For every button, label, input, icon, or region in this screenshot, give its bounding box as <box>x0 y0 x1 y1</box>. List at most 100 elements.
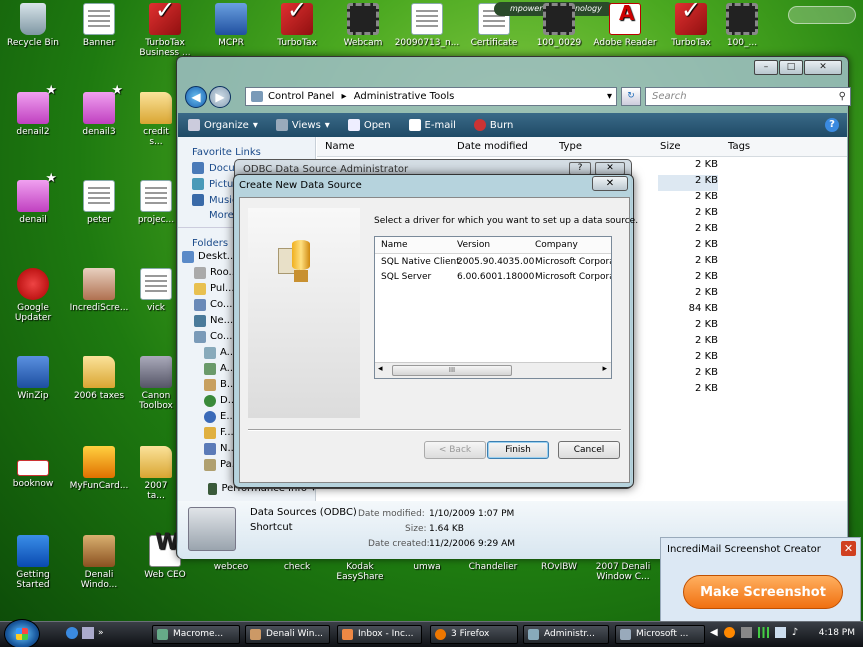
desktop-icon-2006-taxes[interactable]: 2006 taxes <box>66 356 132 401</box>
volume-icon[interactable]: ♪ <box>792 627 798 638</box>
search-icon[interactable]: ⚲ <box>839 88 846 105</box>
desktop-icon-project[interactable]: projec... <box>136 180 176 225</box>
task-administrative[interactable]: Administr... <box>523 625 609 644</box>
back-button[interactable]: ◀ <box>185 86 207 108</box>
address-bar[interactable]: Control Panel ▸ Administrative Tools ▾ <box>245 87 617 106</box>
desktop-icon-kodak[interactable]: Kodak EasyShare <box>327 562 393 582</box>
email-button[interactable]: E-mail <box>408 119 456 131</box>
show-desktop-icon[interactable] <box>82 627 94 639</box>
back-button[interactable]: < Back <box>424 441 486 459</box>
desktop-icon-canon-toolbox[interactable]: Canon Toolbox <box>136 356 176 411</box>
maximize-button[interactable]: □ <box>779 60 803 75</box>
desktop-icon-20090713[interactable]: 20090713_n... <box>394 3 460 48</box>
music-icon <box>192 194 204 206</box>
desktop-icon-turbotax[interactable]: TurboTax <box>264 3 330 48</box>
desktop-icon-adobe-reader[interactable]: Adobe Reader <box>592 3 658 48</box>
file-size: 2 KB <box>695 159 718 170</box>
desktop-icon-webceo[interactable]: webceo <box>198 562 264 572</box>
desktop-icon-rovibw[interactable]: ROvIBW <box>526 562 592 572</box>
desktop-icon-google-updater[interactable]: Google Updater <box>0 268 66 323</box>
navigation-bar: ◀ ▶ Control Panel ▸ Administrative Tools… <box>183 83 851 109</box>
desktop-icon-turbotax-2[interactable]: TurboTax <box>658 3 724 48</box>
minimize-button[interactable]: – <box>754 60 778 75</box>
scroll-right-icon[interactable]: ▸ <box>602 364 607 374</box>
close-button[interactable]: ✕ <box>804 60 842 75</box>
task-macromedia[interactable]: Macrome... <box>152 625 240 644</box>
desktop-icon-umwa[interactable]: umwa <box>394 562 460 572</box>
folder-icon <box>83 356 115 388</box>
desktop-icon-booknow[interactable]: booknow <box>0 450 66 489</box>
desktop-icon-peter[interactable]: peter <box>66 180 132 225</box>
desktop-icon-winzip[interactable]: WinZip <box>0 356 66 401</box>
task-microsoft[interactable]: Microsoft ... <box>615 625 705 644</box>
desktop-icon-2007-denali[interactable]: 2007 Denali Window C... <box>590 562 656 582</box>
column-tags[interactable]: Tags <box>728 141 750 152</box>
driver-column-company[interactable]: Company <box>535 240 578 250</box>
column-type[interactable]: Type <box>559 141 582 152</box>
tray-security-icon[interactable] <box>740 627 752 638</box>
desktop-icon-recycle-bin[interactable]: Recycle Bin <box>0 3 66 48</box>
ie-icon[interactable] <box>66 627 78 639</box>
file-size: 2 KB <box>695 335 718 346</box>
tray-app-icon[interactable] <box>723 627 735 638</box>
task-inbox[interactable]: Inbox - Inc... <box>337 625 422 644</box>
desktop-icon-vick[interactable]: vick <box>136 268 176 313</box>
task-firefox[interactable]: 3 Firefox <box>430 625 518 644</box>
desktop-icon-2007-taxes[interactable]: 2007 ta... <box>136 446 176 501</box>
signal-strength-icon[interactable] <box>757 627 769 638</box>
clock[interactable]: 4:18 PM <box>819 628 855 638</box>
finish-button[interactable]: Finish <box>487 441 549 459</box>
scrollbar-thumb[interactable]: III <box>392 365 512 376</box>
start-button[interactable] <box>4 619 40 647</box>
desktop-icon-chandelier[interactable]: Chandelier <box>460 562 526 572</box>
network-icon[interactable] <box>774 627 786 638</box>
open-button[interactable]: Open <box>347 119 391 131</box>
document-icon <box>83 180 115 212</box>
desktop-icon-webcam[interactable]: Webcam <box>330 3 396 48</box>
driver-row[interactable]: SQL Server 6.00.6001.18000 Microsoft Cor… <box>375 269 611 284</box>
desktop-icon-100-0029[interactable]: 100_0029 <box>526 3 592 48</box>
driver-row[interactable]: SQL Native Client 2005.90.4035.00 Micros… <box>375 254 611 269</box>
desktop-icon-100[interactable]: 100_... <box>722 3 762 48</box>
views-button[interactable]: Views ▾ <box>275 119 330 131</box>
cancel-button[interactable]: Cancel <box>558 441 620 459</box>
horizontal-scrollbar[interactable]: ◂ III ▸ <box>375 362 611 378</box>
booknow-icon <box>17 460 49 476</box>
dialog-close-button[interactable]: ✕ <box>592 176 628 191</box>
desktop-icon-incrediscreen[interactable]: IncrediScre... <box>66 268 132 313</box>
scroll-left-icon[interactable]: ◂ <box>378 364 383 374</box>
address-dropdown-icon[interactable]: ▾ <box>607 88 612 105</box>
desktop-icon-myfuncard[interactable]: MyFunCard... <box>66 446 132 491</box>
refresh-button[interactable]: ↻ <box>621 87 641 106</box>
driver-column-name[interactable]: Name <box>381 240 408 250</box>
desktop-icon-denail2[interactable]: denail2 <box>0 86 66 137</box>
breadcrumb-control-panel[interactable]: Control Panel <box>268 91 334 102</box>
search-input[interactable]: Search ⚲ <box>645 87 851 106</box>
make-screenshot-button[interactable]: Make Screenshot <box>683 575 843 609</box>
desktop-icon-getting-started[interactable]: Getting Started <box>0 535 66 590</box>
desktop-icon-denail[interactable]: denail <box>0 174 66 225</box>
task-denali[interactable]: Denali Win... <box>245 625 330 644</box>
desktop-icon-turbotax-business[interactable]: TurboTax Business ... <box>132 3 198 58</box>
desktop-icon-credit[interactable]: credit s... <box>136 92 176 147</box>
column-name[interactable]: Name <box>325 141 355 152</box>
desktop-icon-mcpr[interactable]: MCPR <box>198 3 264 48</box>
sidebar-gadget-controls[interactable] <box>788 6 856 24</box>
organize-button[interactable]: Organize ▾ <box>188 119 258 131</box>
tray-expand-icon[interactable]: ◀ <box>710 627 718 638</box>
quick-launch-more-icon[interactable]: » <box>98 627 104 639</box>
incredimail-close-button[interactable]: ✕ <box>841 541 856 556</box>
desktop-icon-denali-window[interactable]: Denali Windo... <box>66 535 132 590</box>
breadcrumb-administrative-tools[interactable]: Administrative Tools <box>354 91 455 102</box>
burn-button[interactable]: Burn <box>473 119 513 131</box>
driver-list[interactable]: Name Version Company SQL Native Client 2… <box>374 236 612 379</box>
incredimail-title: IncrediMail Screenshot Creator <box>667 544 821 555</box>
desktop-icon-denail3[interactable]: denail3 <box>66 86 132 137</box>
driver-column-version[interactable]: Version <box>457 240 490 250</box>
column-size[interactable]: Size <box>660 141 681 152</box>
desktop-icon-check[interactable]: check <box>264 562 330 572</box>
desktop-icon-banner[interactable]: Banner <box>66 3 132 48</box>
forward-button[interactable]: ▶ <box>209 86 231 108</box>
column-date-modified[interactable]: Date modified <box>457 141 528 152</box>
help-icon[interactable]: ? <box>825 118 839 132</box>
